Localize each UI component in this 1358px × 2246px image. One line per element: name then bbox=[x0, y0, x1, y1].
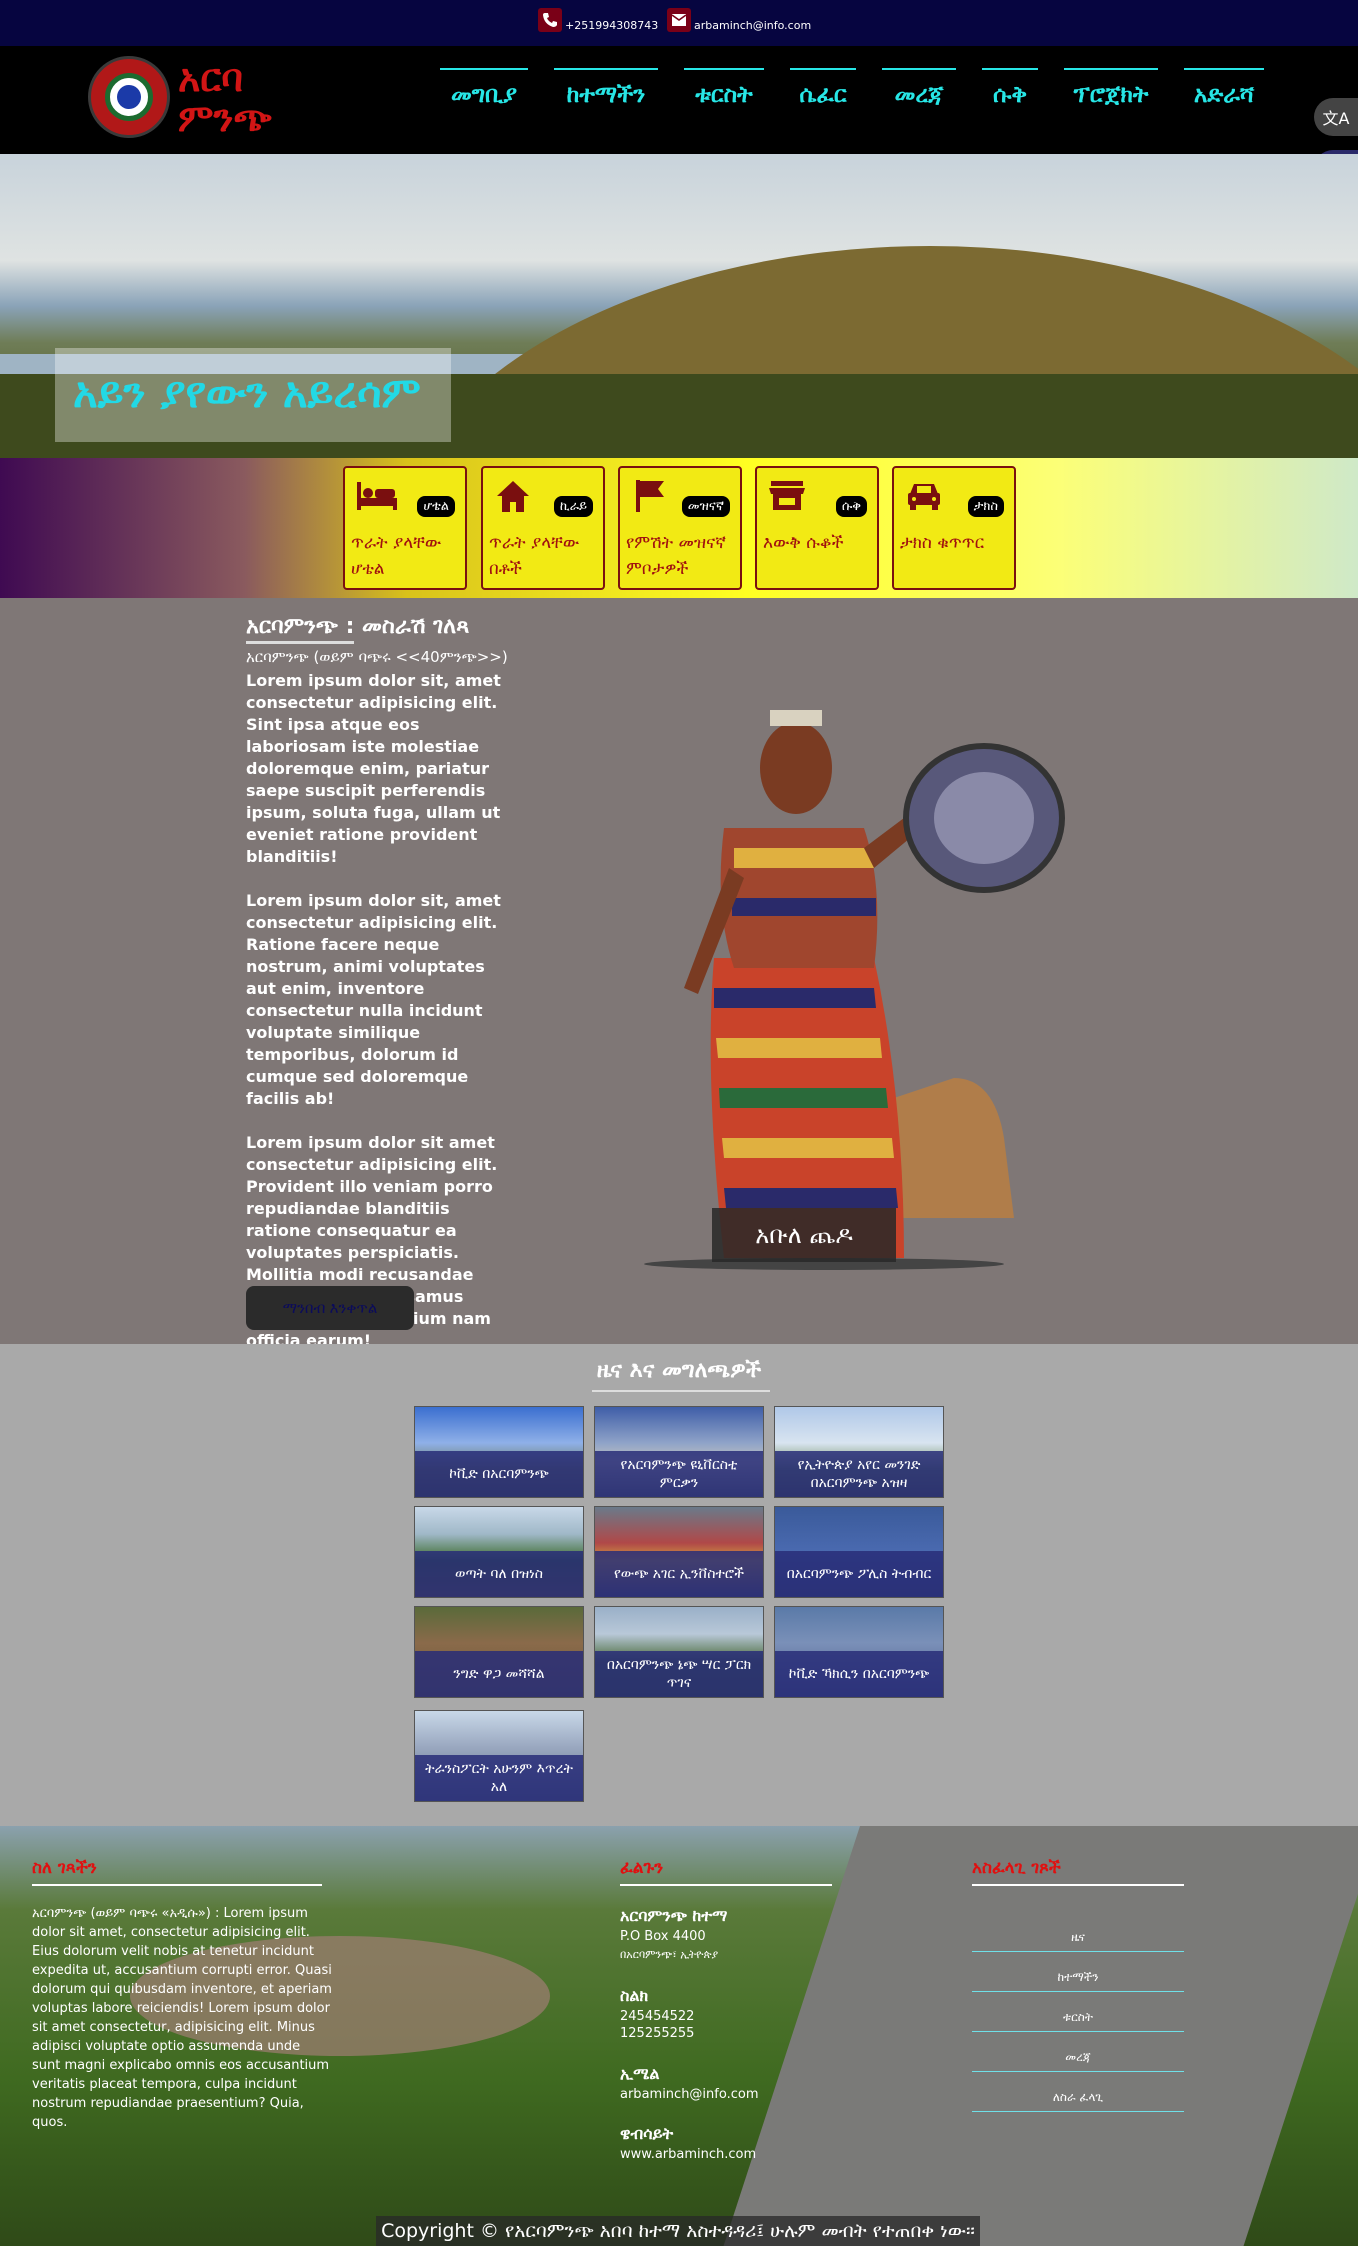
footer-contact-title: ፈልጉን bbox=[620, 1858, 664, 1878]
logo-text[interactable]: አርባ ምንጭ bbox=[178, 58, 272, 138]
bed-icon bbox=[357, 482, 397, 510]
site-header: አርባ ምንጭ መግቢያ ከተማችን ቱርስት ሴፈር መረጃ ሱቅ ፕሮጀክት… bbox=[0, 46, 1358, 154]
category-tag: ሱቅ bbox=[835, 496, 867, 517]
main-nav: መግቢያ ከተማችን ቱርስት ሴፈር መረጃ ሱቅ ፕሮጀክት አድራሻ bbox=[440, 68, 1290, 108]
about-body: Lorem ipsum dolor sit, amet consectetur … bbox=[246, 670, 516, 1374]
news-caption: ትራንስፖርት አሁንም እጥረት አለ bbox=[415, 1755, 583, 1801]
phone-number: +251994308743 bbox=[565, 19, 659, 32]
category-strip: ሆቴል ጥራት ያላቸው ሆቴል ኪራይ ጥራት ያላቸው በቶች መዝናኛ የ… bbox=[0, 458, 1358, 598]
news-card[interactable]: ንግድ ዋጋ መሻሻል bbox=[414, 1606, 584, 1698]
store-icon bbox=[769, 481, 805, 510]
footer-website[interactable]: www.arbaminch.com bbox=[620, 2146, 756, 2163]
category-card-taxi[interactable]: ታክስ ታክስ ቁጥጥር bbox=[892, 466, 1016, 590]
news-caption: ኮቪድ ኻክሲን በአርባምንጭ bbox=[775, 1651, 943, 1697]
category-card-entertainment[interactable]: መዝናኛ የምሽት መዝናኛ ምቦታዎች bbox=[618, 466, 742, 590]
category-tag: ኪራይ bbox=[553, 496, 593, 517]
about-subtitle: አርባምንጭ (ወይም ባጭሩ <<40ምንጭ>>) bbox=[246, 648, 508, 666]
nav-item-info[interactable]: መረጃ bbox=[882, 68, 956, 108]
news-card[interactable]: ወጣት ባለ በዝነስ bbox=[414, 1506, 584, 1598]
category-tag: መዝናኛ bbox=[681, 496, 730, 517]
statue-caption: አቡለ ጨዶ bbox=[712, 1208, 896, 1262]
category-label: ጥራት ያላቸው ሆቴል bbox=[351, 533, 442, 579]
phone-1: 245454522 bbox=[620, 2009, 695, 2024]
news-card[interactable]: ኮቪድ ኻክሲን በአርባምንጭ bbox=[774, 1606, 944, 1698]
news-caption: በአርባምንጭ ኔጭ ሣር ፓርክ ጥገና bbox=[595, 1651, 763, 1697]
news-section: ዜና እና መግለጫዎች ኮቪድ በአርባምንጭ የአርባምንጭ ዩኒቨርስቲ … bbox=[0, 1344, 1358, 1826]
about-section: አርባምንጭ : መስራሽ ገለጻ አርባምንጭ (ወይም ባጭሩ <<40ምን… bbox=[0, 598, 1358, 1350]
news-caption: የኢትዮጵያ አየር መንገድ በአርባምንጭ አዝዛ bbox=[775, 1451, 943, 1497]
contact-org: አርባምንጭ ከተማ bbox=[620, 1906, 728, 1925]
footer-background-image bbox=[723, 1826, 1358, 2246]
nav-item-sefer[interactable]: ሴፈር bbox=[790, 68, 856, 108]
category-tag: ሆቴል bbox=[417, 496, 455, 517]
news-card[interactable]: የኢትዮጵያ አየር መንገድ በአርባምንጭ አዝዛ bbox=[774, 1406, 944, 1498]
category-label: የምሽት መዝናኛ ምቦታዎች bbox=[626, 533, 726, 579]
phone-contact[interactable]: +251994308743 bbox=[538, 8, 658, 32]
phone-label: ስልክ bbox=[620, 1986, 649, 2005]
news-card[interactable]: የአርባምንጭ ዩኒቨርስቲ ምርቃን bbox=[594, 1406, 764, 1498]
category-label: እውቅ ሱቆች bbox=[763, 533, 844, 553]
category-card-hotel[interactable]: ሆቴል ጥራት ያላቸው ሆቴል bbox=[343, 466, 467, 590]
footer-links-title: አስፈላጊ ገጾች bbox=[972, 1858, 1061, 1878]
news-card[interactable]: በአርባምንጭ ፖሊስ ትብብር bbox=[774, 1506, 944, 1598]
news-caption: ወጣት ባለ በዝነስ bbox=[415, 1551, 583, 1597]
category-label: ጥራት ያላቸው በቶች bbox=[489, 533, 580, 579]
nav-item-shop[interactable]: ሱቅ bbox=[982, 68, 1038, 108]
logo-emblem-icon[interactable] bbox=[88, 56, 170, 138]
footer-email[interactable]: arbaminch@info.com bbox=[620, 2086, 758, 2103]
about-title: አርባምንጭ : መስራሽ ገለጻ bbox=[246, 614, 469, 644]
nav-item-tourist[interactable]: ቱርስት bbox=[684, 68, 764, 108]
news-card[interactable]: ትራንስፖርት አሁንም እጥረት አለ bbox=[414, 1710, 584, 1802]
nav-item-city[interactable]: ከተማችን bbox=[554, 68, 658, 108]
news-card[interactable]: ኮቪድ በአርባምንጭ bbox=[414, 1406, 584, 1498]
house-icon bbox=[497, 481, 529, 512]
news-caption: የውጭ አገር ኢንቨስተሮች bbox=[595, 1551, 763, 1597]
news-caption: ንግድ ዋጋ መሻሻል bbox=[415, 1651, 583, 1697]
news-caption: ኮቪድ በአርባምንጭ bbox=[415, 1451, 583, 1497]
news-caption: የአርባምንጭ ዩኒቨርስቲ ምርቃን bbox=[595, 1451, 763, 1497]
statue-image bbox=[644, 710, 1065, 1270]
read-more-button[interactable]: ማንበብ እንቀጥል bbox=[246, 1286, 414, 1330]
email-contact[interactable]: arbaminch@info.com bbox=[667, 8, 811, 32]
translate-icon[interactable]: 文A bbox=[1314, 98, 1358, 136]
footer-link-jobs[interactable]: ለስራ ፈላጊ bbox=[972, 2090, 1184, 2112]
email-label: ኢሜል bbox=[620, 2064, 660, 2083]
web-label: ዌብሳይት bbox=[620, 2124, 674, 2143]
phone-2: 125255255 bbox=[620, 2026, 695, 2041]
footer-link-info[interactable]: መረጃ bbox=[972, 2050, 1184, 2072]
category-card-rental[interactable]: ኪራይ ጥራት ያላቸው በቶች bbox=[481, 466, 605, 590]
footer-link-news[interactable]: ዜና bbox=[972, 1930, 1184, 1952]
copyright-bar: Copyright © የአርባምንጭ አበባ ከተማ አስተዳዳሪ፤ ሁሉም … bbox=[376, 2216, 980, 2246]
news-card[interactable]: የውጭ አገር ኢንቨስተሮች bbox=[594, 1506, 764, 1598]
footer-about-title: ስለ ገጻችን bbox=[32, 1858, 97, 1878]
about-paragraph: Lorem ipsum dolor sit, amet consectetur … bbox=[246, 671, 501, 866]
news-title: ዜና እና መግለጫዎች bbox=[596, 1358, 762, 1383]
category-label: ታክስ ቁጥጥር bbox=[900, 533, 985, 553]
category-card-shops[interactable]: ሱቅ እውቅ ሱቆች bbox=[755, 466, 879, 590]
mail-icon bbox=[667, 8, 691, 32]
news-card[interactable]: በአርባምንጭ ኔጭ ሣር ፓርክ ጥገና bbox=[594, 1606, 764, 1698]
contact-box: P.O Box 4400 bbox=[620, 1929, 706, 1944]
nav-item-home[interactable]: መግቢያ bbox=[440, 68, 528, 108]
flag-icon bbox=[636, 480, 664, 512]
footer-about-text: አርባምንጭ (ወይም ባጭሩ «አዲሱ») : Lorem ipsum dol… bbox=[32, 1906, 332, 2130]
footer-link-tourist[interactable]: ቱርስት bbox=[972, 2010, 1184, 2032]
email-address: arbaminch@info.com bbox=[694, 19, 812, 32]
about-paragraph: Lorem ipsum dolor sit, amet consectetur … bbox=[246, 891, 501, 1108]
hero-banner: አይን ያየውን አይረሳም bbox=[0, 154, 1358, 458]
category-tag: ታክስ bbox=[967, 496, 1004, 517]
nav-item-project[interactable]: ፕሮጀክት bbox=[1064, 68, 1158, 108]
hero-title: አይን ያየውን አይረሳም bbox=[55, 348, 451, 442]
nav-item-address[interactable]: አድራሻ bbox=[1184, 68, 1264, 108]
footer-link-city[interactable]: ከተማችን bbox=[972, 1970, 1184, 1992]
contact-city: በአርባምንጭ፣ ኢትዮጵያ bbox=[620, 1948, 719, 1961]
top-contact-bar: +251994308743 arbaminch@info.com bbox=[0, 0, 1358, 46]
phone-icon bbox=[538, 8, 562, 32]
car-icon bbox=[908, 484, 940, 510]
news-caption: በአርባምንጭ ፖሊስ ትብብር bbox=[775, 1551, 943, 1597]
site-footer: ስለ ገጻችን አርባምንጭ (ወይም ባጭሩ «አዲሱ») : Lorem i… bbox=[0, 1826, 1358, 2246]
